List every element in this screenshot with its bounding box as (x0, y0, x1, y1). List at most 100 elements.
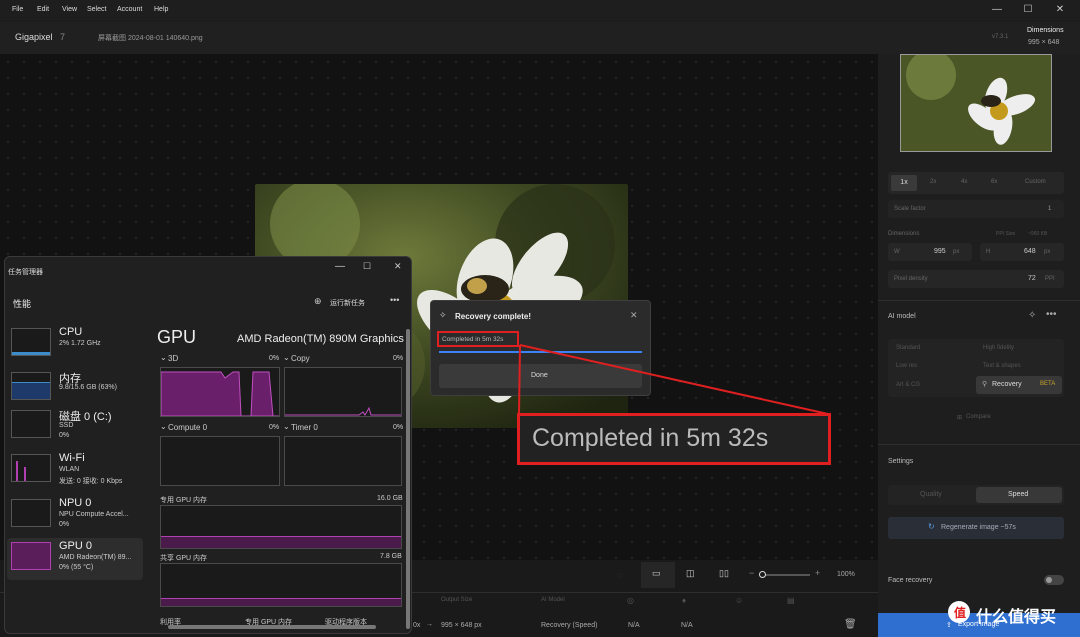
run-task-button[interactable]: 运行新任务 (330, 298, 365, 308)
engine-compute-graph (160, 436, 280, 486)
dedicated-memory-graph (160, 505, 402, 549)
engine-3d-chevron[interactable]: ⌄ (160, 353, 167, 362)
row-scale: 0x (413, 622, 421, 629)
vertical-scrollbar[interactable] (406, 329, 410, 629)
model-art-cg[interactable]: Art & CG (896, 382, 920, 388)
regenerate-button[interactable]: ↻ Regenerate image ~57s (888, 517, 1064, 539)
npu-usage: 0% (59, 521, 70, 528)
side-by-side-icon[interactable]: ▯▯ (719, 568, 729, 579)
scale-factor-field[interactable]: Scale factor 1 (888, 200, 1064, 218)
taskmgr-maximize-icon[interactable]: ☐ (363, 261, 371, 272)
zoom-in-button[interactable]: + (815, 568, 820, 578)
gpu-model-short: AMD Radeon(TM) 89... (59, 554, 132, 561)
compare-button[interactable]: Compare (966, 414, 991, 420)
menu-select[interactable]: Select (87, 6, 106, 13)
scale-6x[interactable]: 6x (991, 179, 997, 185)
model-high-fidelity[interactable]: High fidelity (983, 345, 1014, 351)
face-icon: ☺ (735, 596, 744, 605)
task-manager-window: 任务管理器 — ☐ ✕ 性能 ⊕ 运行新任务 ••• CPU 2% 1.72 G… (4, 256, 412, 634)
disk-usage: 0% (59, 432, 70, 439)
sparkle-icon[interactable]: ✧ (1028, 310, 1036, 321)
model-text-shapes[interactable]: Text & shapes (983, 363, 1021, 369)
minimize-icon[interactable]: — (982, 0, 1012, 20)
engine-3d-pct: 0% (269, 355, 280, 362)
scale-2x[interactable]: 2x (930, 179, 936, 185)
close-icon[interactable]: ✕ (1045, 0, 1075, 20)
width-field[interactable]: W 995 px (888, 243, 972, 261)
taskmgr-minimize-icon[interactable]: — (335, 261, 345, 272)
single-view-button[interactable]: ▭ (641, 562, 675, 588)
section-title: 性能 (13, 299, 32, 309)
export-icon: ⇪ (946, 622, 952, 629)
pixel-density-field[interactable]: Pixel density 72 PPI (888, 270, 1064, 288)
quality-option[interactable]: Quality (920, 491, 942, 498)
menu-view[interactable]: View (62, 6, 77, 13)
menu-file[interactable]: File (12, 6, 23, 13)
navigator-thumbnail[interactable] (900, 54, 1052, 152)
regenerate-label: Regenerate image ~57s (941, 524, 1016, 531)
zoom-slider-handle[interactable] (759, 571, 766, 578)
model-recovery-label: Recovery (992, 381, 1022, 388)
menu-account[interactable]: Account (117, 6, 142, 13)
scale-1x[interactable]: 1x (891, 175, 917, 191)
run-task-icon: ⊕ (314, 296, 322, 306)
width-label: W (894, 249, 900, 255)
arrow-right-icon: → (426, 621, 433, 628)
watermark-text: 什么值得买 (976, 609, 1057, 626)
zoom-slider-track[interactable] (760, 574, 810, 576)
engine-timer-chevron[interactable]: ⌄ (283, 422, 290, 431)
cpu-usage: 2% 1.72 GHz (59, 340, 101, 347)
engine-compute-chevron[interactable]: ⌄ (160, 422, 167, 431)
taskmgr-more-icon[interactable]: ••• (390, 295, 399, 305)
sparkle-icon: ✧ (439, 310, 447, 320)
more-options-icon[interactable]: ••• (1046, 309, 1057, 320)
model-low-res[interactable]: Low res (896, 363, 917, 369)
model-recovery[interactable]: ⚲ Recovery BETA (976, 376, 1062, 394)
perf-item-disk[interactable]: 磁盘 0 (C:) SSD 0% (7, 406, 143, 448)
speed-option[interactable]: Speed (976, 487, 1062, 503)
engine-copy-chevron[interactable]: ⌄ (283, 353, 290, 362)
toggle-knob (1046, 577, 1052, 583)
settings-label: Settings (888, 458, 914, 465)
model-standard[interactable]: Standard (896, 345, 920, 351)
menu-help[interactable]: Help (154, 6, 168, 13)
taskmgr-title: 任务管理器 (8, 269, 43, 276)
app-name: Gigapixel (15, 32, 53, 42)
app-version: v7.3.1 (992, 34, 1009, 40)
scale-factor-value: 1 (1048, 206, 1052, 212)
done-button[interactable]: Done (439, 364, 642, 388)
menu-edit[interactable]: Edit (37, 6, 49, 13)
perf-item-memory[interactable]: 内存 9.8/15.6 GB (63%) (7, 368, 143, 410)
width-value: 995 (934, 248, 946, 255)
scale-4x[interactable]: 4x (961, 179, 967, 185)
perf-item-cpu[interactable]: CPU 2% 1.72 GHz (7, 324, 143, 366)
row-na-1: N/A (628, 622, 640, 629)
scale-selector: 1x 2x 4x 6x Custom (888, 172, 1064, 194)
zoom-level[interactable]: 100% (837, 571, 855, 578)
perf-item-npu[interactable]: NPU 0 NPU Compute Accel... 0% (7, 495, 143, 537)
callout-text: Completed in 5m 32s (532, 424, 769, 452)
ppi-size-label: PPI Size (996, 231, 1016, 237)
perf-item-gpu[interactable]: GPU 0 AMD Radeon(TM) 89... 0% (55 °C) (7, 538, 143, 580)
zoom-out-button[interactable]: − (749, 568, 754, 578)
wifi-label: Wi-Fi (59, 452, 85, 464)
dialog-title: Recovery complete! (455, 312, 532, 321)
dialog-close-icon[interactable]: ✕ (630, 310, 638, 321)
row-output-size: 995 × 648 px (441, 622, 482, 629)
taskmgr-close-icon[interactable]: ✕ (394, 261, 402, 272)
horizontal-scrollbar[interactable] (168, 625, 376, 629)
zoomed-callout: Completed in 5m 32s (517, 413, 831, 465)
hide-icon[interactable]: ◌ (618, 570, 623, 580)
header-ai-model: AI Model (541, 597, 565, 603)
trash-icon[interactable]: 🗑 (844, 619, 857, 630)
progress-track (439, 351, 642, 353)
height-field[interactable]: H 648 px (980, 243, 1064, 261)
face-recovery-toggle[interactable] (1044, 575, 1064, 585)
split-view-icon[interactable]: ◫ (686, 568, 695, 579)
maximize-icon[interactable]: ☐ (1013, 0, 1043, 20)
disk-type: SSD (59, 422, 74, 429)
dimensions-label: Dimensions (1027, 27, 1064, 34)
scale-custom[interactable]: Custom (1025, 179, 1046, 185)
model-grid: Standard High fidelity Low res Text & sh… (888, 339, 1064, 397)
perf-item-wifi[interactable]: Wi-Fi WLAN 发送: 0 接收: 0 Kbps (7, 450, 143, 492)
